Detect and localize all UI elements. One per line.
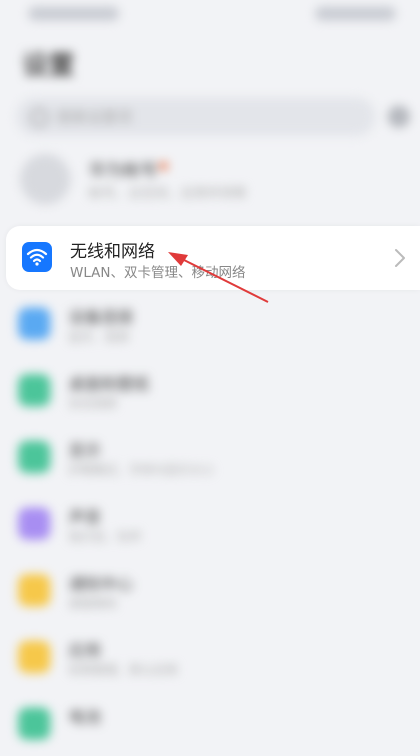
list-item[interactable]: 声音 免打扰、铃声 (0, 489, 420, 556)
status-time (28, 6, 120, 21)
search-input[interactable]: 搜索设置项 (16, 97, 376, 136)
list-item-sub: 杂志锁屏 (68, 396, 118, 411)
chevron-right-icon (395, 249, 405, 267)
search-icon (30, 108, 49, 127)
device-connection-icon (18, 307, 51, 340)
avatar (20, 153, 71, 205)
battery-icon (18, 707, 51, 740)
blurred-background: 设置 搜索设置项 华为帐号 帐号、云空间、应用市场等 设备连接 蓝牙、投屏 桌面… (0, 0, 420, 740)
account-name: 华为帐号 (88, 161, 158, 182)
list-item-sub: 护眼模式、字体与显示大小 (68, 463, 215, 478)
wireless-and-networks-subtitle: WLAN、双卡管理、移动网络 (70, 265, 246, 281)
list-item-title: 设备连接 (68, 307, 134, 327)
list-item-sub: 桌面角标 (68, 596, 118, 611)
list-item[interactable]: 应用 权限管理、默认应用 (0, 623, 420, 690)
display-icon (18, 440, 51, 474)
page-title: 设置 (22, 50, 75, 82)
list-item-title: 应用 (68, 640, 101, 660)
account-card[interactable]: 华为帐号 帐号、云空间、应用市场等 (0, 148, 420, 215)
settings-list: 设备连接 蓝牙、投屏 桌面和壁纸 杂志锁屏 显示 护眼模式、字体与显示大小 声音… (0, 289, 420, 756)
list-item-sub: 蓝牙、投屏 (68, 329, 130, 344)
wallpaper-icon (18, 374, 51, 407)
list-item-title: 显示 (68, 440, 101, 460)
notification-icon (18, 574, 51, 607)
list-item[interactable]: 设备连接 蓝牙、投屏 (0, 289, 420, 356)
list-item[interactable]: 电池 (0, 689, 420, 756)
status-bar (0, 0, 420, 31)
wifi-icon (22, 242, 52, 272)
list-item-title: 通知中心 (68, 574, 134, 594)
list-item-title: 电池 (68, 707, 101, 727)
list-item[interactable]: 通知中心 桌面角标 (0, 556, 420, 623)
list-item[interactable]: 显示 护眼模式、字体与显示大小 (0, 423, 420, 490)
list-item-sub: 免打扰、铃声 (68, 529, 142, 544)
list-item-title: 桌面和壁纸 (68, 374, 150, 394)
more-icon[interactable] (387, 105, 410, 128)
list-item[interactable]: 桌面和壁纸 杂志锁屏 (0, 356, 420, 423)
notification-dot (159, 162, 168, 171)
wireless-and-networks-title: 无线和网络 (70, 242, 155, 262)
status-icons (315, 6, 396, 21)
search-placeholder: 搜索设置项 (56, 108, 133, 127)
list-item-title: 声音 (68, 507, 101, 527)
apps-icon (18, 640, 51, 674)
sound-icon (18, 507, 51, 540)
wireless-and-networks-item[interactable]: 无线和网络 WLAN、双卡管理、移动网络 (6, 226, 420, 290)
account-sub: 帐号、云空间、应用市场等 (88, 186, 247, 202)
list-item-sub: 权限管理、默认应用 (68, 663, 178, 678)
